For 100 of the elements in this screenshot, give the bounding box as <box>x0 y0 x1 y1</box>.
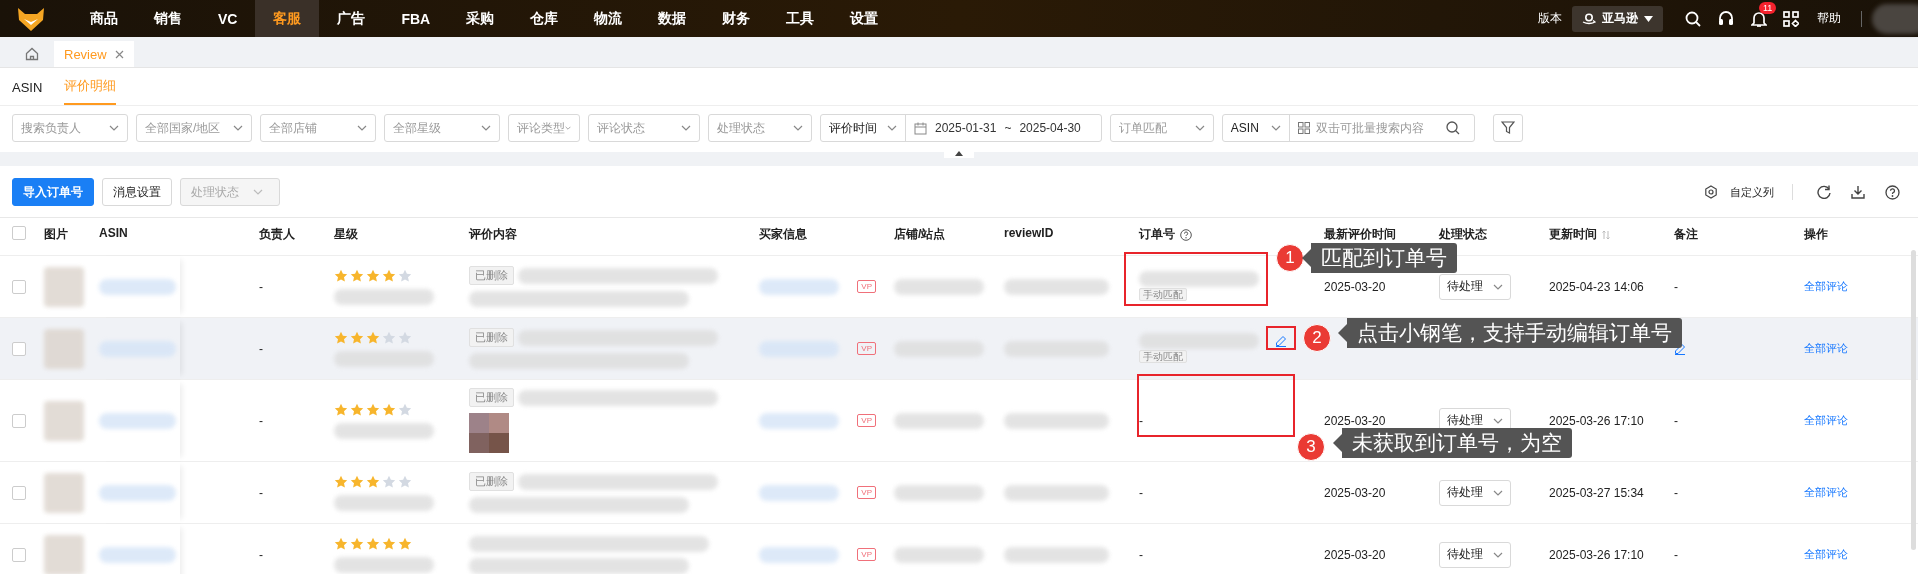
row-checkbox[interactable] <box>12 341 26 356</box>
chevron-down-icon <box>233 125 243 131</box>
star-icon <box>334 402 348 417</box>
collapse-tab[interactable] <box>944 149 974 158</box>
column-header: 图片 <box>44 226 68 243</box>
row-checkbox[interactable] <box>12 279 26 294</box>
owner-text: - <box>259 547 263 562</box>
version-label[interactable]: 版本 <box>1538 10 1562 27</box>
column-header: 最新评价时间 <box>1324 226 1396 243</box>
chevron-down-icon <box>357 125 367 131</box>
updated-time: 2025-03-27 15:34 <box>1549 485 1644 500</box>
toolbar-button[interactable]: 导入订单号 <box>12 178 94 206</box>
help-link[interactable]: 帮助 <box>1817 10 1841 27</box>
vp-badge: VP <box>857 414 876 427</box>
apps-grid-icon[interactable] <box>1783 10 1799 27</box>
star-icon <box>366 330 380 345</box>
smile-arrow-icon <box>1582 12 1596 25</box>
nav-item[interactable]: 设置 <box>832 0 897 37</box>
close-icon[interactable] <box>114 49 124 59</box>
column-header: ASIN <box>99 226 128 240</box>
updated-time: 2025-04-23 14:06 <box>1549 279 1644 294</box>
column-header: 更新时间 <box>1549 226 1597 243</box>
pencil-icon[interactable] <box>1674 342 1686 355</box>
nav-item[interactable]: 数据 <box>640 0 705 37</box>
search-icon[interactable] <box>1685 10 1701 27</box>
column-header: reviewID <box>1004 226 1054 240</box>
nav-item[interactable]: 客服 <box>255 0 320 37</box>
row-checkbox[interactable] <box>12 547 26 562</box>
blurred-thumbnail <box>44 266 84 307</box>
owner-text: - <box>259 413 263 428</box>
status-select[interactable]: 待处理 <box>1439 541 1511 568</box>
fox-logo-icon[interactable] <box>16 5 46 32</box>
updated-time: 2025-03-26 17:10 <box>1549 547 1644 562</box>
all-reviews-link[interactable]: 全部评论 <box>1804 279 1848 294</box>
download-icon[interactable] <box>1851 185 1865 199</box>
vp-badge: VP <box>857 548 876 561</box>
deleted-tag: 已删除 <box>469 388 514 407</box>
caret-up-icon <box>955 151 963 156</box>
grid-icon <box>1297 122 1310 134</box>
nav-item[interactable]: VC <box>200 0 256 37</box>
all-reviews-link[interactable]: 全部评论 <box>1804 341 1848 356</box>
nav-item[interactable]: 商品 <box>72 0 136 37</box>
deleted-tag: 已删除 <box>469 472 514 491</box>
all-reviews-link[interactable]: 全部评论 <box>1804 547 1848 562</box>
updated-time: 2025-03-26 17:10 <box>1549 413 1644 428</box>
platform-selector[interactable]: 亚马逊 <box>1572 5 1663 32</box>
status-select[interactable]: 待处理 <box>1439 273 1511 300</box>
row-checkbox[interactable] <box>12 485 26 500</box>
all-reviews-link[interactable]: 全部评论 <box>1804 413 1848 428</box>
nav-item[interactable]: FBA <box>383 0 449 37</box>
star-icon <box>334 536 348 551</box>
help-icon[interactable] <box>1885 184 1900 200</box>
chevron-down-icon <box>109 125 119 131</box>
chevron-down-icon <box>1493 489 1503 496</box>
column-header: 处理状态 <box>1439 226 1487 243</box>
chevron-down-icon <box>565 125 571 131</box>
toolbar-button[interactable]: 消息设置 <box>102 178 172 206</box>
nav-item[interactable]: 采购 <box>448 0 513 37</box>
remark-text: - <box>1674 547 1678 562</box>
help-icon[interactable] <box>1180 228 1192 241</box>
status-select[interactable]: 待处理 <box>1439 479 1511 506</box>
scrollbar[interactable] <box>1911 250 1916 550</box>
step-number: 3 <box>1297 433 1325 461</box>
match-tag: 手动匹配 <box>1139 350 1187 363</box>
row-checkbox[interactable] <box>12 413 26 428</box>
search-icon[interactable] <box>1445 121 1460 135</box>
custom-columns-button[interactable]: 自定义列 <box>1698 184 1774 200</box>
blurred-thumbnail <box>44 534 84 574</box>
search-field-select[interactable]: ASIN <box>1222 115 1290 141</box>
star-icon <box>334 268 348 283</box>
nav-item[interactable]: 财务 <box>704 0 769 37</box>
bell-icon[interactable] <box>1751 9 1767 28</box>
order-number-text: - <box>1139 547 1143 562</box>
pencil-icon[interactable] <box>1275 335 1287 347</box>
filter-button[interactable] <box>1492 114 1523 142</box>
sub-tab[interactable]: ASIN <box>12 80 43 105</box>
vp-badge: VP <box>857 486 876 499</box>
nav-item[interactable]: 仓库 <box>512 0 577 37</box>
headset-icon[interactable] <box>1717 9 1735 28</box>
order-number-text: - <box>1139 413 1143 428</box>
remark-text: - <box>1674 413 1678 428</box>
nav-item[interactable]: 广告 <box>319 0 384 37</box>
select-all-checkbox[interactable] <box>12 226 26 240</box>
column-header: 评价内容 <box>469 226 517 243</box>
hexagon-settings-icon <box>1704 185 1718 199</box>
star-icon <box>398 536 412 551</box>
star-icon <box>350 536 364 551</box>
nav-item[interactable]: 工具 <box>768 0 833 37</box>
owner-text: - <box>259 485 263 500</box>
chevron-down-icon <box>681 125 691 131</box>
nav-item[interactable]: 销售 <box>136 0 200 37</box>
nav-item[interactable]: 物流 <box>576 0 641 37</box>
all-reviews-link[interactable]: 全部评论 <box>1804 485 1848 500</box>
match-tag: 手动匹配 <box>1139 288 1187 301</box>
refresh-icon[interactable] <box>1817 185 1831 199</box>
star-icon <box>366 536 380 551</box>
vp-badge: VP <box>857 280 876 293</box>
column-header: 星级 <box>334 226 358 243</box>
column-header: 备注 <box>1674 226 1698 243</box>
remark-text: - <box>1674 279 1678 294</box>
